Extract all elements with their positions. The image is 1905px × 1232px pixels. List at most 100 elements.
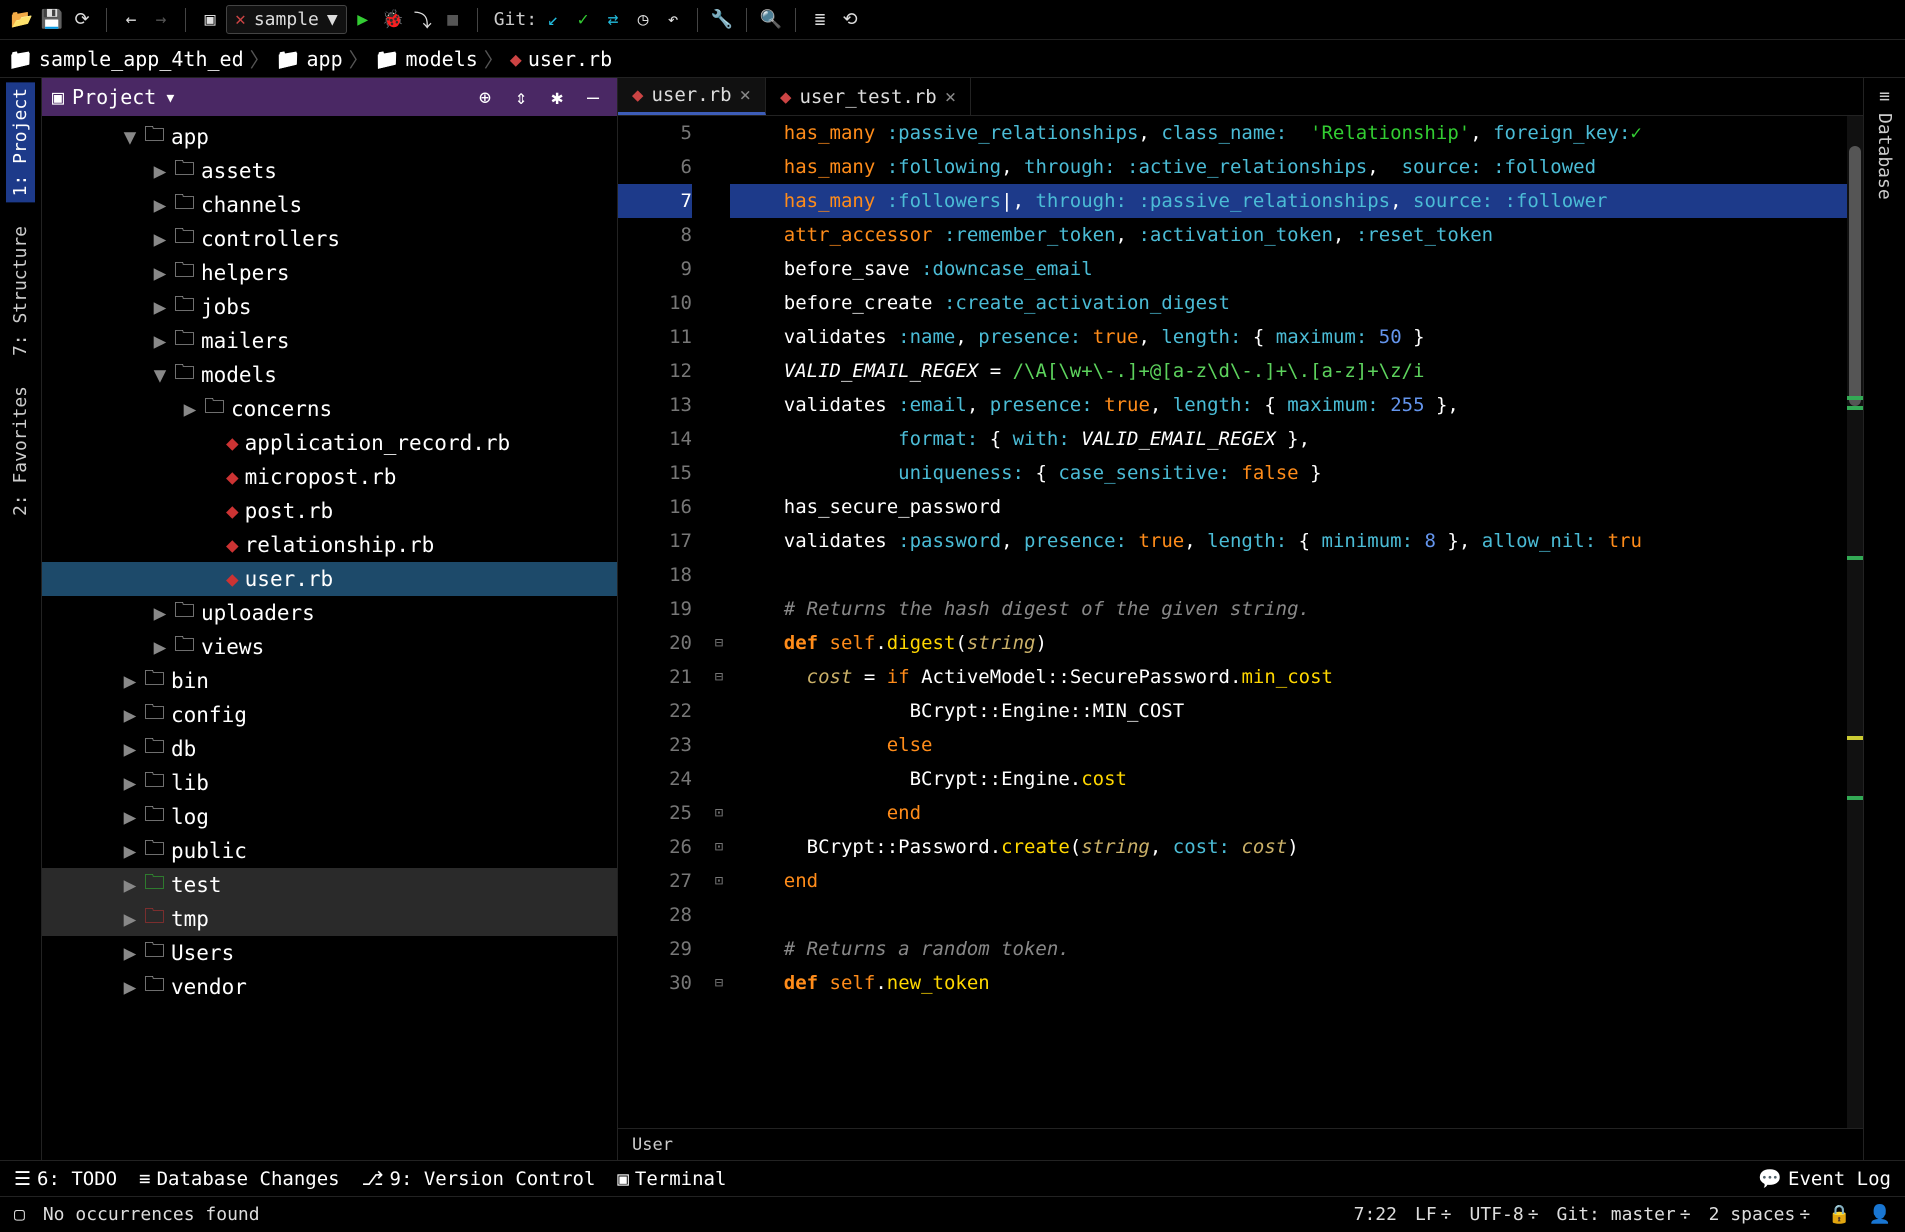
run-icon[interactable]: ▶ [349, 6, 377, 34]
status-icon[interactable]: ▢ [14, 1204, 25, 1225]
fold-marker[interactable]: ⊡ [708, 864, 730, 898]
close-icon[interactable]: × [945, 86, 956, 108]
code-line[interactable]: BCrypt::Engine.cost [730, 762, 1863, 796]
fold-marker[interactable] [708, 762, 730, 796]
chevron-down-icon[interactable]: ▾ [164, 85, 176, 109]
coverage-icon[interactable]: ⤵ [409, 6, 437, 34]
git-compare-icon[interactable]: ⇄ [599, 6, 627, 34]
code-line[interactable]: else [730, 728, 1863, 762]
tree-file[interactable]: ◆post.rb [42, 494, 617, 528]
fold-marker[interactable] [708, 422, 730, 456]
tree-folder[interactable]: ▼🗀models [42, 358, 617, 392]
fold-marker[interactable] [708, 932, 730, 966]
breadcrumb-item[interactable]: 📁sample_app_4th_ed [8, 47, 244, 71]
target-icon[interactable]: ⊕ [471, 83, 499, 111]
expand-icon[interactable]: ▶ [152, 261, 168, 285]
expand-icon[interactable]: ▶ [152, 227, 168, 251]
code-line[interactable]: BCrypt::Engine::MIN_COST [730, 694, 1863, 728]
code-line[interactable]: cost = if ActiveModel::SecurePassword.mi… [730, 660, 1863, 694]
expand-icon[interactable]: ▼ [122, 125, 138, 149]
tree-file[interactable]: ◆application_record.rb [42, 426, 617, 460]
breadcrumb-item[interactable]: 📁app [276, 47, 343, 71]
code-line[interactable]: end [730, 864, 1863, 898]
tree-folder[interactable]: ▶🗀controllers [42, 222, 617, 256]
code-line[interactable] [730, 898, 1863, 932]
tool-window-button[interactable]: ▣Terminal [617, 1168, 726, 1190]
tree-folder[interactable]: ▶🗀test [42, 868, 617, 902]
expand-icon[interactable]: ▶ [152, 159, 168, 183]
database-tab[interactable]: Database [1870, 107, 1899, 206]
save-icon[interactable]: 💾 [38, 6, 66, 34]
encoding[interactable]: UTF-8 ÷ [1470, 1204, 1539, 1225]
fold-marker[interactable] [708, 388, 730, 422]
code-line[interactable]: before_save :downcase_email [730, 252, 1863, 286]
run-config-select[interactable]: ✕ sample ▼ [226, 5, 347, 34]
tree-folder[interactable]: ▶🗀helpers [42, 256, 617, 290]
expand-icon[interactable]: ▶ [122, 941, 138, 965]
tree-folder[interactable]: ▶🗀log [42, 800, 617, 834]
tree-folder[interactable]: ▼🗀app [42, 120, 617, 154]
event-log-button[interactable]: 💬Event Log [1758, 1167, 1891, 1190]
expand-icon[interactable]: ▶ [122, 737, 138, 761]
git-branch[interactable]: Git: master ÷ [1557, 1204, 1691, 1225]
stop-icon[interactable]: ■ [439, 6, 467, 34]
line-separator[interactable]: LF ÷ [1415, 1204, 1452, 1225]
code-line[interactable]: has_secure_password [730, 490, 1863, 524]
tree-folder[interactable]: ▶🗀assets [42, 154, 617, 188]
expand-icon[interactable]: ▶ [122, 669, 138, 693]
code-line[interactable]: validates :email, presence: true, length… [730, 388, 1863, 422]
cursor-position[interactable]: 7:22 [1354, 1204, 1397, 1225]
open-icon[interactable]: 📂 [8, 6, 36, 34]
gear-icon[interactable]: ✱ [543, 83, 571, 111]
fold-marker[interactable] [708, 150, 730, 184]
fold-marker[interactable] [708, 490, 730, 524]
tree-folder[interactable]: ▶🗀Users [42, 936, 617, 970]
expand-icon[interactable]: ▶ [122, 839, 138, 863]
fold-marker[interactable] [708, 218, 730, 252]
tree-folder[interactable]: ▶🗀config [42, 698, 617, 732]
tree-folder[interactable]: ▶🗀channels [42, 188, 617, 222]
tree-folder[interactable]: ▶🗀uploaders [42, 596, 617, 630]
lock-icon[interactable]: 🔒 [1828, 1204, 1850, 1225]
fold-marker[interactable] [708, 898, 730, 932]
tool-tab[interactable]: 7: Structure [6, 220, 35, 362]
expand-icon[interactable]: ▶ [152, 601, 168, 625]
tree-folder[interactable]: ▶🗀mailers [42, 324, 617, 358]
scrollbar-thumb[interactable] [1849, 146, 1861, 406]
code-line[interactable]: attr_accessor :remember_token, :activati… [730, 218, 1863, 252]
fold-marker[interactable] [708, 558, 730, 592]
code-line[interactable]: def self.new_token [730, 966, 1863, 1000]
code-line[interactable]: # Returns a random token. [730, 932, 1863, 966]
fold-marker[interactable]: ⊟ [708, 660, 730, 694]
fold-marker[interactable] [708, 592, 730, 626]
tool-tab[interactable]: 2: Favorites [6, 380, 35, 522]
code-line[interactable]: has_many :followers|, through: :passive_… [730, 184, 1863, 218]
tool-window-button[interactable]: ☰6: TODO [14, 1168, 117, 1190]
project-tree[interactable]: ▼🗀app▶🗀assets▶🗀channels▶🗀controllers▶🗀he… [42, 116, 617, 1160]
search-icon[interactable]: 🔍 [757, 6, 785, 34]
fold-marker[interactable] [708, 728, 730, 762]
tool-window-button[interactable]: ⎇9: Version Control [362, 1168, 596, 1190]
inspector-icon[interactable]: 👤 [1869, 1204, 1891, 1225]
collapse-icon[interactable]: ⇕ [507, 83, 535, 111]
expand-icon[interactable]: ▶ [152, 635, 168, 659]
fold-marker[interactable] [708, 184, 730, 218]
code-line[interactable]: has_many :following, through: :active_re… [730, 150, 1863, 184]
tree-folder[interactable]: ▶🗀bin [42, 664, 617, 698]
code-line[interactable]: validates :name, presence: true, length:… [730, 320, 1863, 354]
tool-window-button[interactable]: ≡Database Changes [139, 1168, 339, 1190]
back-icon[interactable]: ← [117, 6, 145, 34]
git-pull-icon[interactable]: ↙ [539, 6, 567, 34]
tree-folder[interactable]: ▶🗀views [42, 630, 617, 664]
code-line[interactable]: format: { with: VALID_EMAIL_REGEX }, [730, 422, 1863, 456]
indent-setting[interactable]: 2 spaces ÷ [1709, 1204, 1811, 1225]
fold-marker[interactable] [708, 524, 730, 558]
breadcrumb-item[interactable]: 📁models [375, 47, 478, 71]
fold-gutter[interactable]: ⊟⊟⊡⊡⊡⊟ [708, 116, 730, 1128]
fold-marker[interactable]: ⊟ [708, 626, 730, 660]
expand-icon[interactable]: ▶ [152, 329, 168, 353]
breadcrumb-item[interactable]: ◆user.rb [510, 47, 612, 71]
tree-folder[interactable]: ▶🗀lib [42, 766, 617, 800]
code-line[interactable]: before_create :create_activation_digest [730, 286, 1863, 320]
history-icon[interactable]: ◷ [629, 6, 657, 34]
